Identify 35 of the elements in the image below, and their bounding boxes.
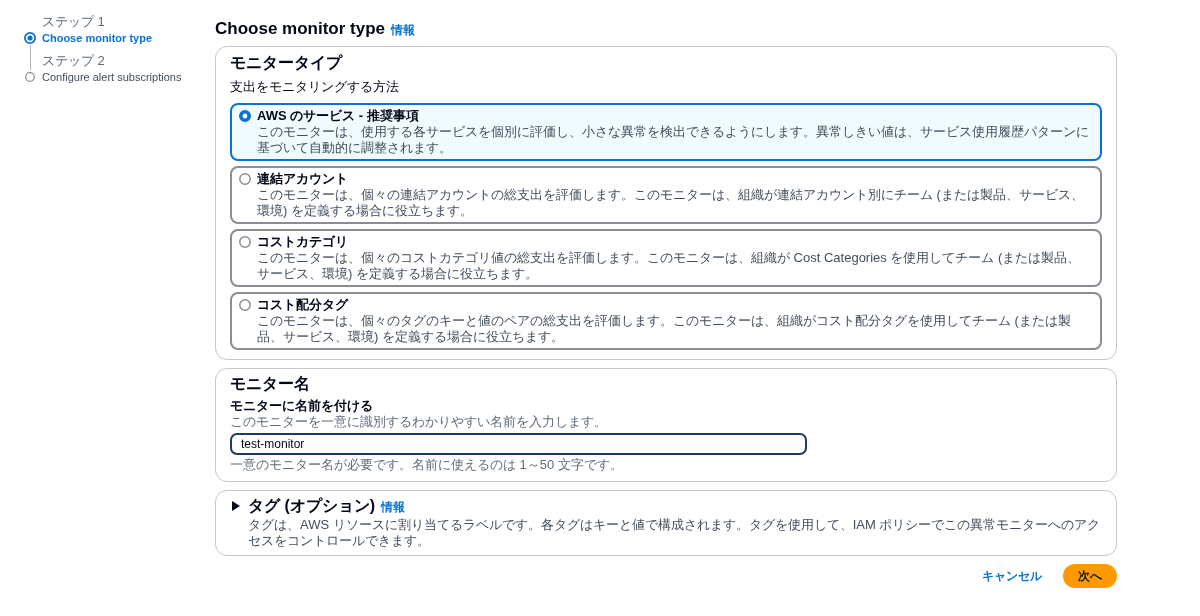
option-label: コスト配分タグ [257, 297, 350, 313]
option-label: AWS のサービス - 推奨事項 [257, 108, 420, 124]
field-description: このモニターを一意に識別するわかりやすい名前を入力します。 [230, 414, 608, 430]
option-tile[interactable]: AWS のサービス - 推奨事項 このモニターは、使用する各サービスを個別に評価し、小さな異常を検出できるようにします。異常しきい値は、サービス使用履歴パターンに基づいて自動的に調整されます。 [230, 103, 1102, 161]
option-tile[interactable]: コスト配分タグ このモニターは、個々のタグのキーと値のペアの総支出を評価します。このモニターは、組織がコスト配分タグを使用してチーム (または製品、サービス、環境) を定義する場合に役立ちます。 [230, 292, 1102, 350]
section-heading: モニター名 [230, 374, 311, 394]
name-input[interactable]: test-monitor [230, 433, 807, 455]
option-tile[interactable]: コストカテゴリ このモニターは、個々のコストカテゴリ値の総支出を評価します。このモニターは、組織が Cost Categories を使用してチーム (または製品、サービス、環境) を定義する場合に役立ちます。 [230, 229, 1102, 287]
option-tile[interactable]: 連結アカウント このモニターは、個々の連結アカウントの総支出を評価します。このモニターは、組織が連結アカウント別にチーム (または製品、サービス、環境) を定義する場合に役立ちます。 [230, 166, 1102, 224]
option-description: このモニターは、個々の連結アカウントの総支出を評価します。このモニターは、組織が連結アカウント別にチーム (または製品、サービス、環境) を定義する場合に役立ちます。 [257, 187, 1085, 219]
step-caption: ステップ 2 [42, 53, 106, 68]
radio-icon[interactable] [239, 236, 251, 248]
step-connector-line [29, 45, 31, 70]
step-link[interactable]: Configure alert subscriptions [42, 70, 215, 84]
radio-icon[interactable] [239, 299, 251, 311]
info-link[interactable]: 情報 [381, 499, 406, 516]
radio-icon[interactable] [239, 110, 251, 122]
primary-button[interactable]: 次へ [1063, 564, 1117, 588]
step-link[interactable]: Choose monitor type [42, 31, 215, 45]
option-description: このモニターは、個々のコストカテゴリ値の総支出を評価します。このモニターは、組織が Cost Categories を使用してチーム (または製品、サービス、環境) を定義する場合に役立ちます。 [257, 250, 1082, 282]
radio-icon[interactable] [239, 173, 251, 185]
expander-toggle[interactable]: タグ (オプション) [230, 496, 376, 516]
field-label: モニターに名前を付ける [230, 398, 374, 414]
field-label: 支出をモニタリングする方法 [230, 79, 400, 95]
constraint-text: 一意のモニター名が必要です。名前に使えるのは 1～50 文字です。 [230, 457, 624, 473]
option-label: コストカテゴリ [257, 234, 349, 250]
option-label: 連結アカウント [257, 171, 349, 187]
text-button[interactable]: キャンセル [982, 567, 1042, 585]
tags-description: タグは、AWS リソースに割り当てるラベルです。各タグはキーと値で構成されます。タグを使用して、IAM ポリシーでこの異常モニターへのアクセスをコントロールできます。 [247, 517, 1102, 549]
info-link[interactable]: 情報 [391, 22, 415, 39]
option-description: このモニターは、個々のタグのキーと値のペアの総支出を評価します。このモニターは、組織がコスト配分タグを使用してチーム (または製品、サービス、環境) を定義する場合に役立ちます。 [257, 313, 1072, 345]
step-caption: ステップ 1 [42, 14, 106, 29]
page-title: Choose monitor type [215, 18, 385, 40]
section-heading: モニタータイプ [230, 53, 344, 73]
option-description: このモニターは、使用する各サービスを個別に評価し、小さな異常を検出できるようにします。異常しきい値は、サービス使用履歴パターンに基づいて自動的に調整されます。 [257, 124, 1090, 156]
